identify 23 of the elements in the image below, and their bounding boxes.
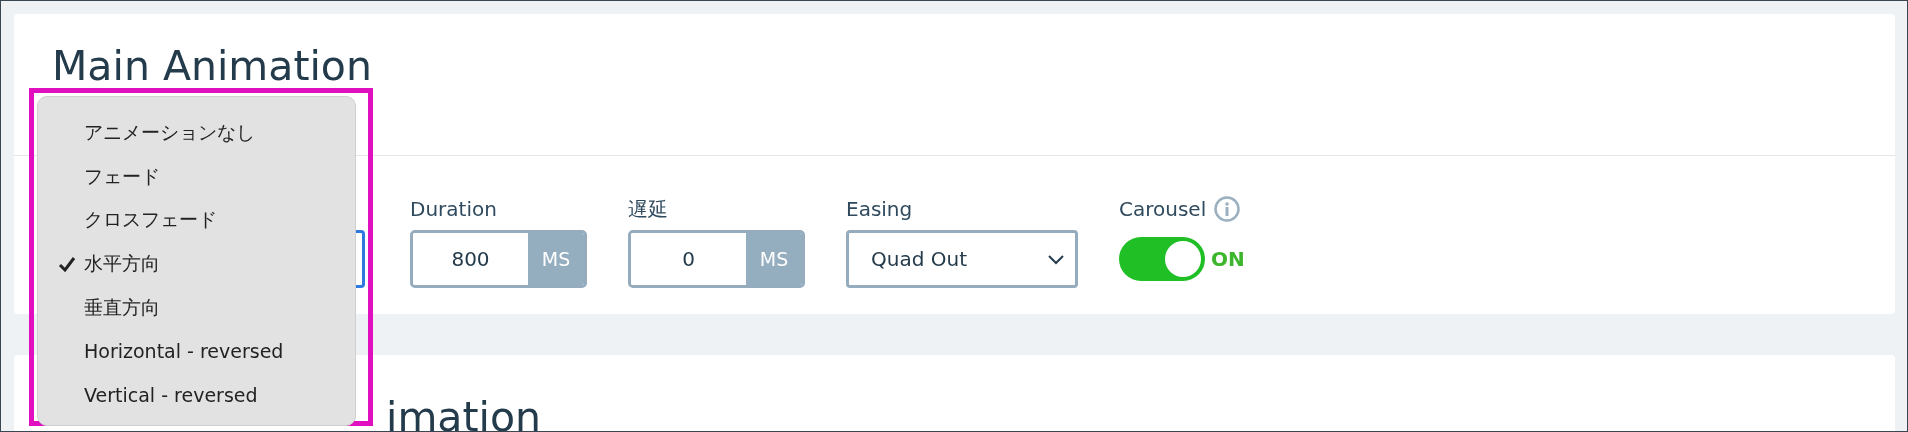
field-label: 遅延 <box>628 196 669 222</box>
check-icon <box>58 255 76 273</box>
section-title: imation <box>386 393 542 431</box>
menu-item[interactable]: Horizontal - reversed <box>38 329 355 374</box>
menu-item[interactable]: クロスフェード <box>38 198 355 243</box>
info-icon[interactable] <box>1214 196 1241 222</box>
menu-item[interactable]: 水平方向 <box>38 242 355 286</box>
number-input-group[interactable]: 800 MS <box>410 230 587 288</box>
unit-label: MS <box>746 233 802 285</box>
field-label: Carousel <box>1119 196 1207 222</box>
menu-item[interactable]: Vertical - reversed <box>38 373 355 418</box>
unit-label: MS <box>528 233 584 285</box>
section-title: Main Animation <box>52 42 373 90</box>
chevron-down-icon <box>1047 253 1065 265</box>
number-input-group[interactable]: 0 MS <box>628 230 805 288</box>
easing-select[interactable]: Quad Out <box>846 230 1078 288</box>
toggle-state-text: ON <box>1211 247 1245 271</box>
menu-item[interactable]: アニメーションなし <box>38 111 355 155</box>
toggle-switch[interactable] <box>1119 237 1205 281</box>
menu-item[interactable]: 垂直方向 <box>38 285 355 330</box>
menu-item[interactable]: フェード <box>38 154 355 199</box>
field-label: Easing <box>846 196 914 222</box>
field-label: Duration <box>410 196 498 222</box>
